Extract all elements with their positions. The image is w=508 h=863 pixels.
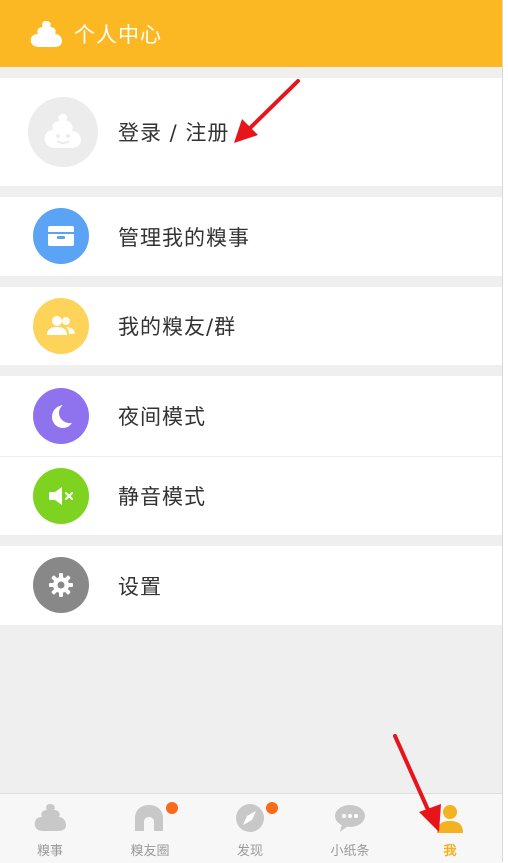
settings-icon-circle <box>33 557 89 613</box>
menu-item-mute-mode[interactable]: 静音模式 <box>0 457 502 535</box>
tab-qiushi[interactable]: 糗事 <box>0 794 100 863</box>
mode-section: 夜间模式 静音模式 <box>0 376 502 535</box>
menu-label-settings: 设置 <box>118 574 162 599</box>
bottom-tab-bar: 糗事 糗友圈 发现 小纸条 我 <box>0 793 502 863</box>
menu-item-friends[interactable]: 我的糗友/群 <box>0 287 502 365</box>
speaker-mute-icon <box>49 487 73 505</box>
night-icon-circle <box>33 388 89 444</box>
circle-tab-icon <box>135 805 163 831</box>
friends-section: 我的糗友/群 <box>0 287 502 365</box>
avatar-poop-icon <box>44 114 81 148</box>
tab-discover[interactable]: 发现 <box>200 794 300 863</box>
poop-tab-icon <box>34 804 66 831</box>
compass-icon <box>236 804 264 832</box>
menu-label-manage: 管理我的糗事 <box>118 225 250 250</box>
header-bar: 个人中心 <box>0 0 502 67</box>
tab-label: 发现 <box>236 844 263 859</box>
menu-label-mute-mode: 静音模式 <box>118 485 206 509</box>
tab-me[interactable]: 我 <box>400 794 500 863</box>
menu-item-manage[interactable]: 管理我的糗事 <box>0 197 502 276</box>
tab-label: 我 <box>443 844 457 859</box>
menu-item-settings[interactable]: 设置 <box>0 546 502 625</box>
login-section: 登录 / 注册 <box>0 78 502 186</box>
tab-label: 糗事 <box>36 844 63 859</box>
gear-icon <box>49 573 73 597</box>
default-avatar <box>28 97 98 167</box>
page-title: 个人中心 <box>74 22 162 47</box>
friends-icon-circle <box>33 298 89 354</box>
manage-icon-circle <box>33 208 89 264</box>
moon-icon <box>52 405 72 428</box>
menu-label-night-mode: 夜间模式 <box>118 405 206 429</box>
tab-label: 糗友圈 <box>130 844 170 859</box>
archive-box-icon <box>48 226 74 246</box>
tab-messages[interactable]: 小纸条 <box>300 794 400 863</box>
login-register-link[interactable]: 登录 / 注册 <box>118 117 229 147</box>
login-row[interactable]: 登录 / 注册 <box>0 78 502 186</box>
manage-section: 管理我的糗事 <box>0 197 502 276</box>
menu-label-friends: 我的糗友/群 <box>118 315 237 339</box>
notification-dot <box>264 800 280 816</box>
app-window: 个人中心 登录 / 注册 管理我的糗事 我的糗友/群 夜间模式 静音模式 设置 … <box>0 0 503 863</box>
user-icon <box>437 805 463 833</box>
settings-section: 设置 <box>0 546 502 625</box>
tab-qiuyouquan[interactable]: 糗友圈 <box>100 794 200 863</box>
tab-label: 小纸条 <box>330 844 370 859</box>
notification-dot <box>164 800 180 816</box>
mute-icon-circle <box>33 468 89 524</box>
poop-logo-icon <box>30 20 62 47</box>
people-icon <box>47 316 75 335</box>
menu-item-night-mode[interactable]: 夜间模式 <box>0 376 502 456</box>
chat-bubble-icon <box>335 805 365 832</box>
